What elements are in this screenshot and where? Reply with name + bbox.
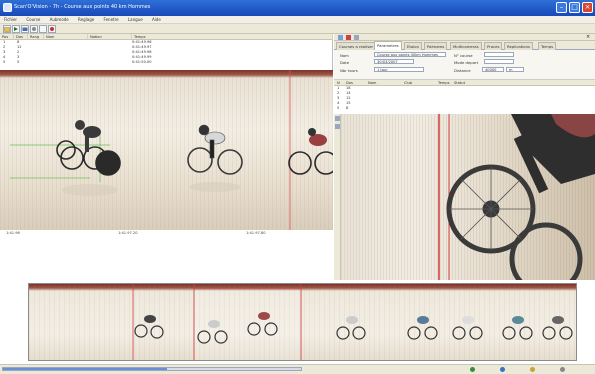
name-field[interactable]: Course aux points 40km Hommes: [374, 52, 446, 57]
right-pane: × Courses a realiser Parametres Etalon P…: [334, 34, 595, 280]
tab-proces[interactable]: Proces: [484, 42, 503, 50]
unit-select[interactable]: m: [506, 67, 524, 72]
date-label: Date: [340, 60, 350, 65]
tours-label: Nbr tours: [340, 68, 358, 73]
menu-bar: Fichier Course Aubmode Reglage Fenetre L…: [0, 16, 595, 24]
col-rang[interactable]: Rang: [28, 34, 44, 40]
clock-icon: [560, 367, 565, 372]
network-icon: [500, 367, 505, 372]
zoomed-cyclist-drawing: [438, 114, 595, 280]
row-dos: 8: [346, 106, 349, 110]
app-icon: [3, 3, 12, 12]
menu-aubmode[interactable]: Aubmode: [50, 16, 69, 24]
col-nom[interactable]: Nom: [44, 34, 88, 40]
distance-label: Distance: [454, 68, 471, 73]
mode-label: Mode depart: [454, 60, 479, 65]
col-nation[interactable]: Nation: [88, 34, 132, 40]
tick-label: 1:41.97.20: [118, 231, 138, 235]
name-label: Nom: [340, 53, 349, 58]
close-pane-icon[interactable]: ×: [586, 34, 590, 40]
tab-replications[interactable]: Replications: [504, 42, 533, 50]
menu-fichier[interactable]: Fichier: [4, 16, 17, 24]
col-temps[interactable]: Temps: [438, 80, 449, 86]
play-icon: [14, 27, 18, 31]
menu-fenetre[interactable]: Fenetre: [104, 16, 119, 24]
blank-button[interactable]: [39, 25, 47, 33]
row-n: 5: [337, 106, 340, 110]
close-button[interactable]: ×: [582, 2, 593, 13]
maximize-button[interactable]: □: [569, 2, 580, 13]
tours-field[interactable]: 1 tour: [374, 67, 424, 72]
camera-button[interactable]: [21, 25, 29, 33]
row-pos: 5: [3, 60, 6, 64]
right-grid-header: N Dos Nom Club Temps Statut: [334, 80, 595, 86]
col-temps[interactable]: Temps: [132, 34, 333, 40]
minimize-button[interactable]: –: [556, 2, 567, 13]
camera-status-icon: [530, 367, 535, 372]
col-club[interactable]: Club: [404, 80, 412, 86]
row-dos: 5: [17, 60, 20, 64]
record-button[interactable]: [48, 25, 56, 33]
folder-icon: [4, 27, 10, 32]
row-time: 0:41:50.00: [132, 60, 152, 64]
status-ok-icon: [470, 367, 475, 372]
col-nom[interactable]: Nom: [368, 80, 376, 86]
time-axis: 1:41.96 1:41.97.20 1:41.97.80: [0, 230, 333, 280]
tab-courses[interactable]: Courses a realiser: [336, 42, 377, 50]
results-table: Pos Dos Rang Nom Nation Temps 1 8 0:41:4…: [0, 34, 333, 70]
parameters-form: Nom Course aux points 40km Hommes N° cou…: [334, 50, 595, 80]
course-number-label: N° course: [454, 53, 473, 58]
zoom-in-icon[interactable]: [335, 116, 340, 121]
date-field[interactable]: 30/03/2007: [374, 59, 414, 64]
mode-field[interactable]: [484, 59, 514, 64]
tick-label: 1:41.96: [6, 231, 20, 235]
settings-button[interactable]: [30, 25, 38, 33]
tab-etalon[interactable]: Etalon: [404, 42, 422, 50]
title-bar: Scan'O'Vision - 7h - Course aux points 4…: [0, 0, 595, 16]
course-number-field[interactable]: [484, 52, 514, 57]
gear-icon: [32, 27, 36, 31]
toolbar: [0, 24, 595, 34]
overview-cyclists-drawing: [132, 284, 573, 360]
side-toolbar: [334, 114, 341, 280]
play-button[interactable]: [12, 25, 20, 33]
zoom-out-icon[interactable]: [335, 124, 340, 129]
tab-parametres[interactable]: Parametres: [374, 41, 402, 50]
menu-aide[interactable]: Aide: [152, 16, 161, 24]
new-icon[interactable]: [338, 35, 343, 40]
overview-strip[interactable]: [28, 283, 577, 361]
window-title: Scan'O'Vision - 7h - Course aux points 4…: [14, 4, 151, 10]
photo-finish-image[interactable]: [0, 70, 333, 230]
cyclists-drawing: [10, 70, 333, 230]
zoomed-finish-image[interactable]: [341, 114, 595, 280]
right-toolbar: ×: [334, 34, 595, 41]
menu-course[interactable]: Course: [26, 16, 40, 24]
tick-label: 1:41.97.80: [246, 231, 266, 235]
distance-field[interactable]: 40000: [482, 67, 504, 72]
delete-icon[interactable]: [346, 35, 351, 40]
tab-multicameras[interactable]: Multicameras: [450, 42, 482, 50]
refresh-icon[interactable]: [354, 35, 359, 40]
scroll-position-bar[interactable]: [2, 367, 302, 371]
col-statut[interactable]: Statut: [454, 80, 465, 86]
menu-langue[interactable]: Langue: [128, 16, 143, 24]
menu-reglage[interactable]: Reglage: [78, 16, 94, 24]
status-bar: [0, 364, 595, 374]
record-icon: [50, 27, 54, 31]
tab-temps[interactable]: Temps: [538, 42, 557, 50]
open-button[interactable]: [3, 25, 11, 33]
tab-palmares[interactable]: Palmares: [424, 42, 448, 50]
camera-icon: [22, 27, 28, 31]
tab-bar: Courses a realiser Parametres Etalon Pal…: [334, 41, 595, 50]
